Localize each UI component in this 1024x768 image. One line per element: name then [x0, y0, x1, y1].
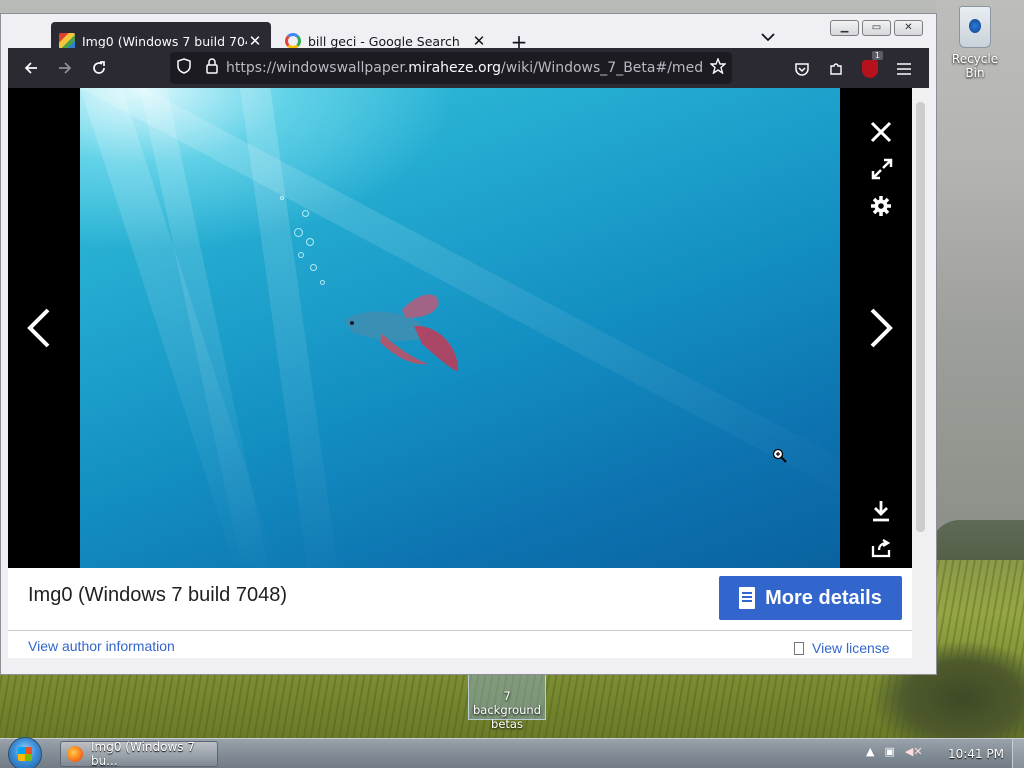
- taskbar-item-label: Img0 (Windows 7 bu...: [91, 740, 195, 768]
- bubble: [320, 280, 325, 285]
- media-viewer: [8, 88, 912, 568]
- page-scrollbar[interactable]: [912, 88, 929, 658]
- network-icon[interactable]: ▣: [884, 745, 894, 758]
- desktop-sky: [936, 0, 1024, 560]
- minimize-button[interactable]: ▁: [830, 20, 859, 36]
- fullscreen-button[interactable]: [870, 158, 894, 182]
- url-bar[interactable]: https://windowswallpaper.miraheze.org/wi…: [170, 52, 732, 84]
- pocket-icon: [795, 63, 809, 76]
- show-hidden-icons-icon[interactable]: ▲: [866, 745, 874, 758]
- gear-icon: [871, 196, 891, 216]
- more-details-button[interactable]: More details: [719, 576, 902, 620]
- pocket-button[interactable]: [785, 52, 819, 86]
- share-button[interactable]: [870, 538, 892, 560]
- recycle-bin-label: Recycle Bin: [951, 52, 999, 80]
- url-text: https://windowswallpaper.miraheze.org/wi…: [226, 60, 704, 76]
- download-icon: [873, 501, 889, 522]
- bubble: [310, 264, 317, 271]
- taskbar: Img0 (Windows 7 bu... ▲ ▣ ◀✕ 10:41 PM: [0, 737, 1024, 768]
- system-tray: ▲ ▣ ◀✕: [866, 745, 923, 758]
- google-favicon-icon: [285, 33, 301, 49]
- toolbar-right: 1: [785, 51, 921, 86]
- extensions-button[interactable]: [819, 52, 853, 86]
- firefox-icon: [67, 746, 83, 762]
- caption-divider: [8, 630, 912, 631]
- chevron-left-icon: [27, 308, 50, 348]
- system-clock[interactable]: 10:41 PM: [948, 747, 1004, 761]
- forward-button[interactable]: [48, 51, 82, 85]
- ublock-button[interactable]: 1: [853, 51, 887, 86]
- chevron-right-icon: [870, 308, 893, 348]
- previous-image-button[interactable]: [24, 306, 54, 350]
- chevron-down-icon: [761, 33, 775, 42]
- scroll-thumb[interactable]: [916, 102, 925, 532]
- betta-fish: [344, 294, 459, 372]
- recycle-bin-desktop-icon[interactable]: Recycle Bin: [944, 6, 1006, 80]
- zoom-cursor-icon: [772, 448, 788, 464]
- folder-desktop-icon[interactable]: 7 background betas: [468, 672, 546, 731]
- app-menu-button[interactable]: [887, 52, 921, 86]
- reload-button[interactable]: [82, 51, 116, 85]
- list-all-tabs-button[interactable]: [761, 30, 775, 46]
- bubble: [298, 252, 304, 258]
- maximize-button[interactable]: ▭: [862, 20, 891, 36]
- bookmark-star-icon[interactable]: [704, 57, 732, 78]
- start-button[interactable]: [8, 737, 42, 768]
- image-caption: Img0 (Windows 7 build 7048): [28, 584, 288, 606]
- hamburger-menu-icon: [897, 63, 911, 75]
- taskbar-firefox-item[interactable]: Img0 (Windows 7 bu...: [60, 740, 218, 768]
- close-icon: [870, 121, 892, 143]
- reload-icon: [93, 61, 105, 74]
- back-arrow-icon: [24, 62, 37, 74]
- next-image-button[interactable]: [866, 306, 896, 350]
- bubble: [294, 228, 303, 237]
- bubble: [302, 210, 309, 217]
- tab-title: bill geci - Google Search: [308, 33, 460, 49]
- wallpaper-image[interactable]: [80, 88, 840, 568]
- show-desktop-button[interactable]: [1012, 739, 1024, 768]
- navigation-toolbar: https://windowswallpaper.miraheze.org/wi…: [8, 48, 929, 88]
- recycle-bin-icon: [959, 6, 991, 48]
- close-viewer-button[interactable]: [868, 120, 894, 146]
- forward-arrow-icon: [59, 62, 72, 74]
- bookmark-icon: [794, 642, 804, 655]
- close-window-button[interactable]: ✕: [894, 20, 923, 36]
- lock-icon[interactable]: [198, 58, 226, 78]
- bubble: [306, 238, 314, 246]
- ublock-shield-icon: [862, 60, 878, 78]
- window-controls: ▁ ▭ ✕: [830, 20, 923, 36]
- image-favicon-icon: [59, 33, 75, 49]
- puzzle-piece-icon: [830, 63, 842, 75]
- share-icon: [871, 539, 891, 558]
- download-button[interactable]: [870, 500, 892, 524]
- ublock-badge: 1: [871, 51, 883, 60]
- media-caption-panel: Img0 (Windows 7 build 7048) More details…: [8, 568, 912, 658]
- back-button[interactable]: [14, 51, 48, 85]
- view-license-link[interactable]: View license: [794, 640, 890, 656]
- document-icon: [739, 587, 756, 609]
- more-details-label: More details: [765, 586, 882, 609]
- volume-muted-icon[interactable]: ◀✕: [905, 745, 923, 758]
- view-author-link[interactable]: View author information: [28, 638, 175, 654]
- tracking-shield-icon[interactable]: [170, 58, 198, 78]
- expand-icon: [871, 158, 893, 180]
- settings-button[interactable]: [869, 195, 893, 219]
- bubble: [280, 196, 284, 200]
- tab-title: Img0 (Windows 7 build 7048) -: [82, 33, 247, 49]
